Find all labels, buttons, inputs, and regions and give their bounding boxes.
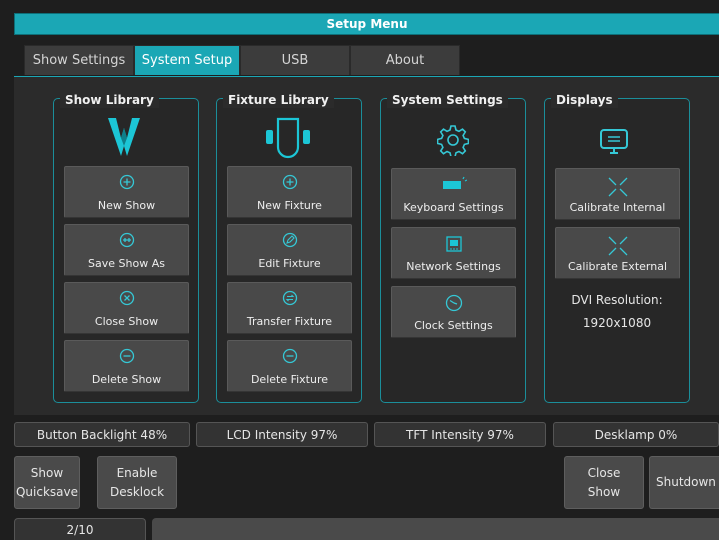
displays-title: Displays <box>551 92 618 108</box>
calibrate-external-button[interactable]: Calibrate External <box>555 227 680 279</box>
network-icon <box>445 235 463 253</box>
tft-intensity-status[interactable]: TFT Intensity 97% <box>374 422 546 447</box>
clock-settings-button[interactable]: Clock Settings <box>391 286 516 338</box>
delete-fixture-button[interactable]: Delete Fixture <box>227 340 352 392</box>
avolites-logo-icon <box>108 116 140 158</box>
system-settings-title: System Settings <box>387 92 508 108</box>
enable-desklock-label-2: Desklock <box>109 484 165 499</box>
minus-circle-icon <box>119 348 135 364</box>
close-show-button[interactable]: Close Show <box>64 282 189 334</box>
button-backlight-status[interactable]: Button Backlight 48% <box>14 422 190 447</box>
plus-circle-icon <box>119 174 135 190</box>
crosshair-icon <box>607 235 629 257</box>
transfer-fixture-label: Transfer Fixture <box>246 315 333 328</box>
enable-desklock-label-1: Enable <box>116 465 158 480</box>
enable-desklock-button[interactable]: Enable Desklock <box>97 456 177 509</box>
calibrate-internal-label: Calibrate Internal <box>569 201 666 214</box>
transfer-icon <box>282 290 298 306</box>
delete-show-button[interactable]: Delete Show <box>64 340 189 392</box>
show-library-title: Show Library <box>60 92 159 108</box>
close-circle-icon <box>119 290 135 306</box>
crosshair-icon <box>607 176 629 198</box>
desklamp-status[interactable]: Desklamp 0% <box>553 422 719 447</box>
calibrate-internal-button[interactable]: Calibrate Internal <box>555 168 680 220</box>
show-quicksave-button[interactable]: Show Quicksave <box>14 456 80 509</box>
tab-usb[interactable]: USB <box>240 45 350 75</box>
close-show-bottom-label-1: Close <box>587 465 621 480</box>
tab-system-setup[interactable]: System Setup <box>134 45 240 75</box>
new-fixture-button[interactable]: New Fixture <box>227 166 352 218</box>
delete-show-label: Delete Show <box>91 373 162 386</box>
show-quicksave-label-1: Show <box>30 465 64 480</box>
save-show-as-button[interactable]: Save Show As <box>64 224 189 276</box>
keyboard-icon <box>441 176 467 192</box>
tab-show-settings[interactable]: Show Settings <box>24 45 134 75</box>
edit-fixture-button[interactable]: Edit Fixture <box>227 224 352 276</box>
delete-fixture-label: Delete Fixture <box>250 373 329 386</box>
show-quicksave-label-2: Quicksave <box>15 484 79 499</box>
close-show-bottom-button[interactable]: Close Show <box>564 456 644 509</box>
setup-menu-title: Setup Menu <box>14 13 719 35</box>
network-settings-button[interactable]: Network Settings <box>391 227 516 279</box>
new-show-label: New Show <box>97 199 156 212</box>
lcd-intensity-status[interactable]: LCD Intensity 97% <box>196 422 368 447</box>
transfer-fixture-button[interactable]: Transfer Fixture <box>227 282 352 334</box>
minus-circle-icon <box>282 348 298 364</box>
close-show-label: Close Show <box>94 315 159 328</box>
save-as-icon <box>119 232 135 248</box>
edit-fixture-label: Edit Fixture <box>258 257 321 270</box>
monitor-icon <box>599 127 629 157</box>
keyboard-settings-label: Keyboard Settings <box>403 201 504 214</box>
bottom-bar <box>152 518 719 540</box>
clock-icon <box>445 294 463 312</box>
save-show-as-label: Save Show As <box>88 257 165 270</box>
shutdown-label: Shutdown <box>656 475 716 489</box>
network-settings-label: Network Settings <box>406 260 501 273</box>
fixture-library-title: Fixture Library <box>223 92 334 108</box>
pencil-icon <box>282 232 298 248</box>
clock-settings-label: Clock Settings <box>414 319 493 332</box>
new-fixture-label: New Fixture <box>257 199 322 212</box>
calibrate-external-label: Calibrate External <box>568 260 667 273</box>
close-show-bottom-label-2: Show <box>587 484 621 499</box>
shutdown-button[interactable]: Shutdown <box>649 456 719 509</box>
gear-icon <box>437 124 469 156</box>
dvi-resolution-label: DVI Resolution: <box>571 293 663 307</box>
tab-about[interactable]: About <box>350 45 460 75</box>
dvi-resolution-value: 1920x1080 <box>582 316 652 330</box>
keyboard-settings-button[interactable]: Keyboard Settings <box>391 168 516 220</box>
plus-circle-icon <box>282 174 298 190</box>
new-show-button[interactable]: New Show <box>64 166 189 218</box>
fixture-icon <box>266 116 310 160</box>
page-indicator[interactable]: 2/10 <box>14 518 146 540</box>
